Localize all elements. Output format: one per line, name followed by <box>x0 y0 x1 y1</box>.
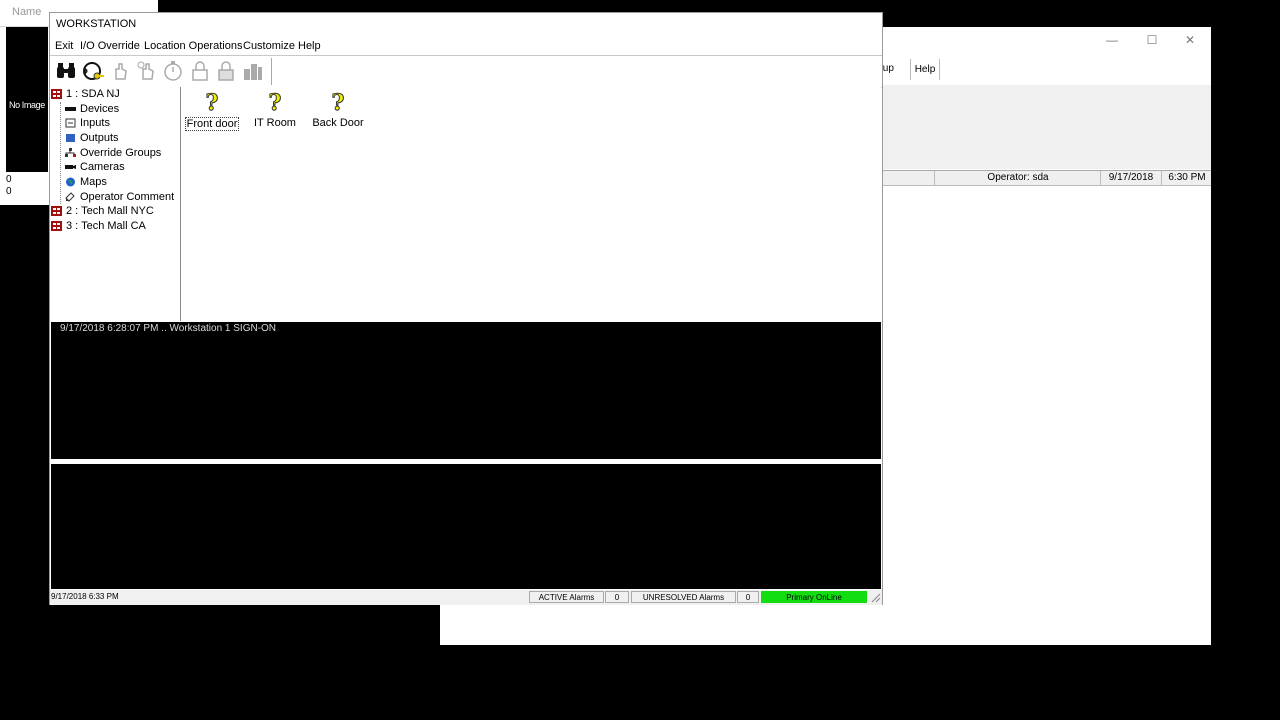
tree-item-override-groups[interactable]: Override Groups <box>65 146 161 160</box>
unresolved-alarms-label: UNRESOLVED Alarms <box>631 591 736 603</box>
tree-location-3[interactable]: 3 : Tech Mall CA <box>51 219 146 233</box>
door-label: Front door <box>184 117 240 131</box>
tree-location-1[interactable]: 1 : SDA NJ <box>51 87 120 101</box>
tree-item-inputs[interactable]: Inputs <box>65 116 110 130</box>
event-log-pane[interactable]: 9/17/2018 6:28:07 PM .. Workstation 1 SI… <box>51 322 881 462</box>
door-label: IT Room <box>254 117 296 129</box>
stopwatch-icon <box>161 59 185 83</box>
no-image-placeholder: No Image <box>6 27 48 172</box>
value-1: 0 <box>6 174 12 185</box>
tree-location-2[interactable]: 2 : Tech Mall NYC <box>51 204 154 218</box>
unknown-status-icon: ? <box>268 90 282 116</box>
location-icon <box>51 89 62 100</box>
time-field: 6:30 PM <box>1161 171 1212 185</box>
alarm-log-pane[interactable] <box>51 464 881 589</box>
maximize-button[interactable]: ☐ <box>1140 31 1164 49</box>
window-title: WORKSTATION <box>56 18 137 30</box>
location-icon <box>51 221 62 232</box>
tree-item-maps[interactable]: Maps <box>65 175 107 189</box>
unknown-status-icon: ? <box>205 90 219 116</box>
menu-exit[interactable]: Exit <box>55 40 73 52</box>
lock-icon <box>188 59 212 83</box>
output-icon <box>66 134 75 143</box>
toolbar <box>50 55 882 88</box>
value-list: 0 0 <box>6 174 12 198</box>
log-entry: 9/17/2018 6:28:07 PM .. Workstation 1 SI… <box>60 323 277 334</box>
primary-online-indicator: Primary OnLine <box>761 591 867 603</box>
input-icon <box>65 118 76 128</box>
door-icon-pane: ? Front door ? IT Room ? Back Door <box>181 87 881 321</box>
secure-lock-icon <box>214 59 238 83</box>
device-icon <box>65 107 76 112</box>
menu-customize[interactable]: Customize <box>243 40 295 52</box>
location-tree: 1 : SDA NJ Devices Inputs Outputs Overri… <box>50 87 181 321</box>
globe-icon <box>66 177 75 187</box>
unresolved-alarms-count: 0 <box>737 591 759 603</box>
active-alarms-label: ACTIVE Alarms <box>529 591 604 603</box>
operator-field: Operator: sda <box>934 171 1101 185</box>
tree-item-outputs[interactable]: Outputs <box>65 131 119 145</box>
tree-item-cameras[interactable]: Cameras <box>65 160 125 174</box>
unlock-hand-icon <box>108 59 132 83</box>
menu-location-operations[interactable]: Location Operations <box>144 40 242 52</box>
door-it-room[interactable]: ? IT Room <box>247 90 303 130</box>
building-icon <box>241 59 265 83</box>
groups-icon <box>65 148 76 158</box>
date-field: 9/17/2018 <box>1100 171 1161 185</box>
binoculars-icon[interactable] <box>54 59 78 83</box>
resize-grip-icon[interactable] <box>870 592 881 603</box>
door-label: Back Door <box>312 117 364 129</box>
tree-item-operator-comment[interactable]: Operator Comment <box>65 190 174 204</box>
acknowledge-key-icon[interactable] <box>81 59 105 83</box>
background-panel <box>880 85 1211 169</box>
status-bar: 9/17/2018 6:33 PM ACTIVE Alarms 0 UNRESO… <box>50 590 882 605</box>
menu-io-override[interactable]: I/O Override <box>80 40 140 52</box>
value-2: 0 <box>6 186 12 197</box>
name-header-label: Name <box>12 6 42 18</box>
active-alarms-count: 0 <box>605 591 629 603</box>
toolbar-separator <box>271 58 272 85</box>
close-button[interactable]: ✕ <box>1178 31 1202 49</box>
menu-help[interactable]: Help <box>298 40 321 52</box>
door-back-door[interactable]: ? Back Door <box>310 90 366 130</box>
tree-connector <box>60 102 61 204</box>
camera-icon <box>65 165 76 170</box>
status-datetime: 9/17/2018 6:33 PM <box>51 592 119 601</box>
workstation-window: WORKSTATION Exit I/O Override Location O… <box>49 12 883 605</box>
menu-bar: Exit I/O Override Location Operations Cu… <box>50 38 882 55</box>
tree-item-devices[interactable]: Devices <box>65 102 119 116</box>
minimize-button[interactable]: — <box>1100 31 1124 49</box>
timed-unlock-hand-icon <box>135 59 159 83</box>
background-toolbar: tup Help <box>880 59 1211 81</box>
location-icon <box>51 206 62 217</box>
help-menu-button[interactable]: Help <box>910 59 940 80</box>
unknown-status-icon: ? <box>331 90 345 116</box>
door-front-door[interactable]: ? Front door <box>184 91 240 131</box>
background-status-bar: Operator: sda 9/17/2018 6:30 PM <box>880 170 1211 186</box>
comment-pencil-icon <box>65 192 75 202</box>
